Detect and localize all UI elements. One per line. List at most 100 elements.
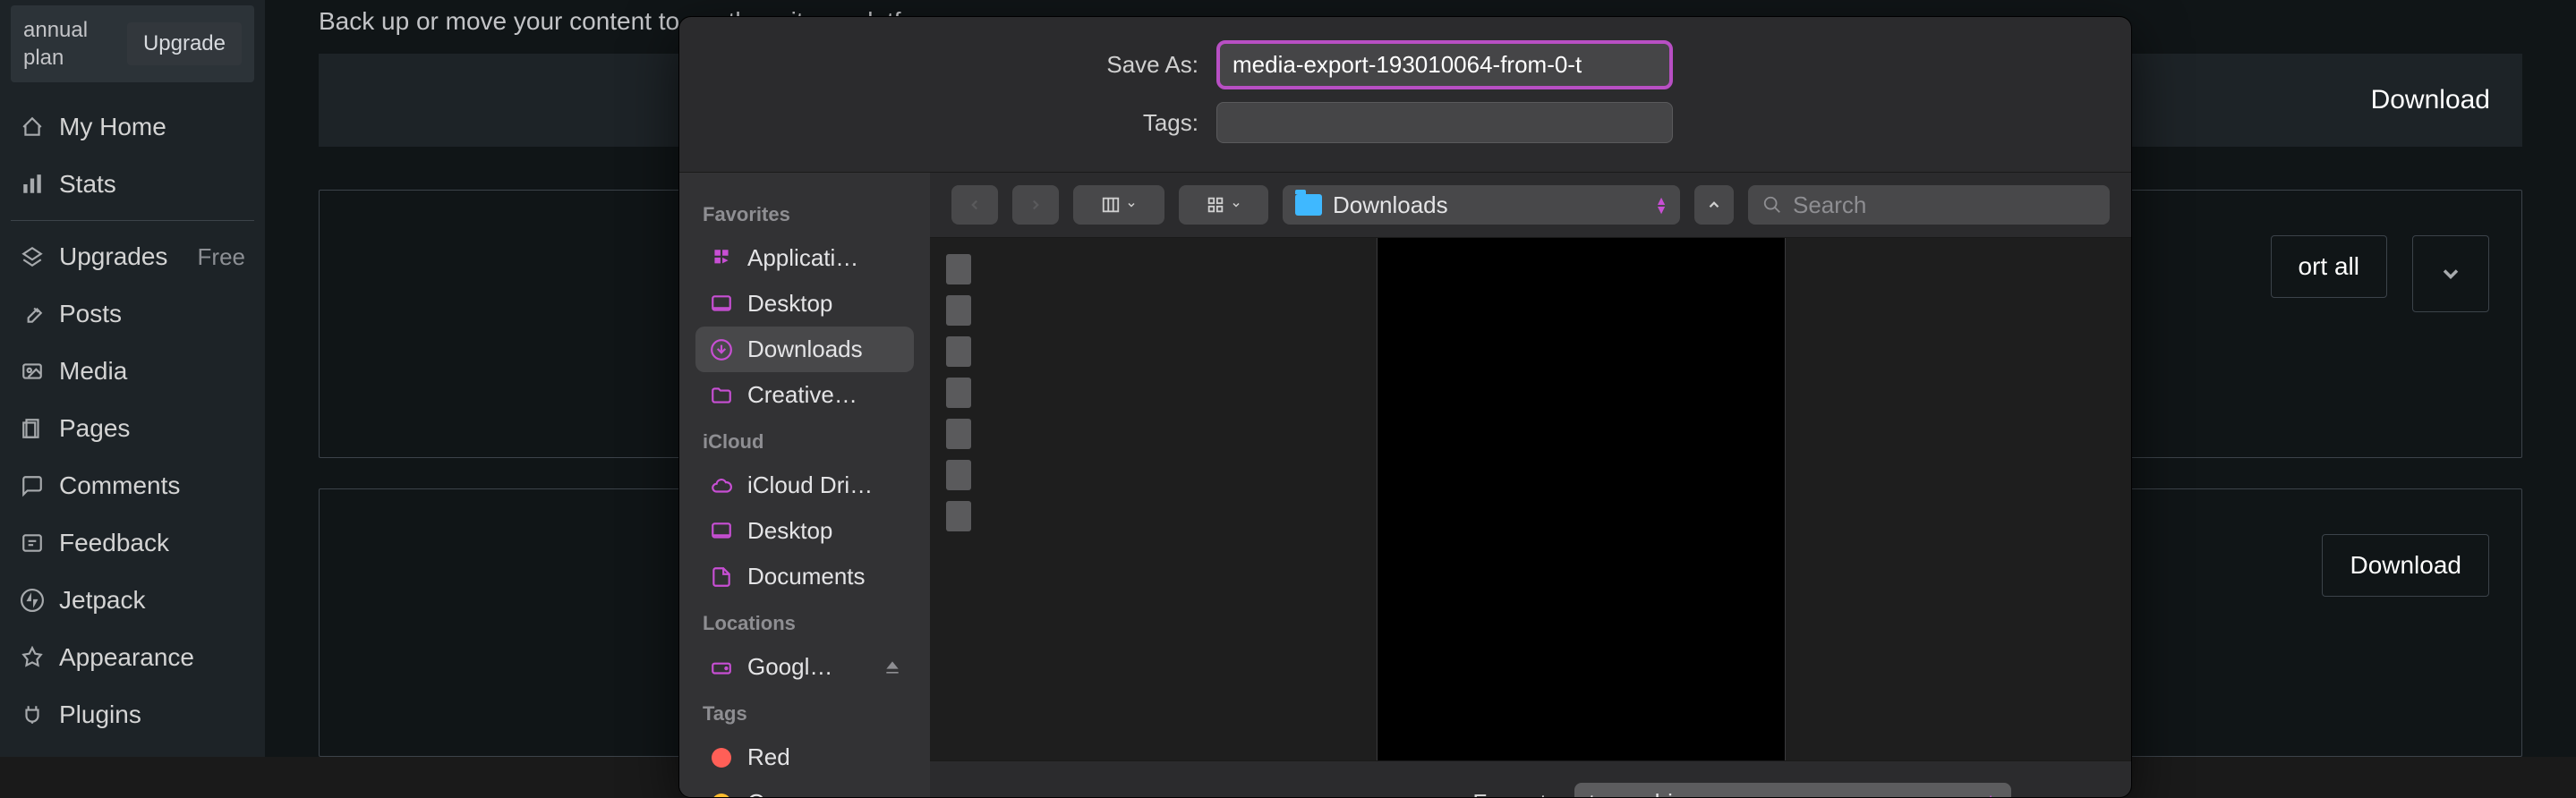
sidebar-item-label: Downloads	[747, 335, 863, 363]
sidebar-item-label: Creative…	[747, 381, 857, 409]
sidebar-item-label: iCloud Dri…	[747, 471, 873, 499]
location-label: Downloads	[1333, 191, 1448, 219]
search-icon	[1762, 195, 1782, 215]
file-item[interactable]	[937, 372, 1369, 413]
divider	[11, 220, 254, 221]
sidebar-tag-orange[interactable]: Orange	[695, 780, 914, 798]
sidebar-item-icloud-desktop[interactable]: Desktop	[695, 508, 914, 554]
file-icon	[946, 295, 971, 326]
document-icon	[708, 564, 735, 590]
file-icon	[946, 501, 971, 531]
updown-arrows-icon: ▲▼	[1655, 196, 1668, 214]
eject-icon[interactable]	[883, 658, 901, 676]
sidebar-item-icloud-drive[interactable]: iCloud Dri…	[695, 463, 914, 508]
file-item[interactable]	[937, 496, 1369, 537]
favorites-header: Favorites	[703, 203, 914, 226]
home-icon	[20, 115, 45, 140]
plugins-icon	[20, 702, 45, 727]
chevron-right-icon	[1028, 197, 1044, 213]
sidebar-item-creative[interactable]: Creative…	[695, 372, 914, 418]
file-item[interactable]	[937, 413, 1369, 454]
dialog-sidebar: Favorites Applicati… Desktop Downloads C…	[679, 173, 930, 798]
folder-icon	[708, 382, 735, 409]
preview-column	[1378, 238, 1786, 760]
file-icon	[946, 460, 971, 490]
appearance-icon	[20, 645, 45, 670]
nav-label: My Home	[59, 113, 166, 141]
nav-back-button[interactable]	[951, 185, 998, 225]
nav-forward-button[interactable]	[1012, 185, 1059, 225]
chevron-down-icon	[1231, 200, 1241, 210]
nav-stats[interactable]: Stats	[11, 156, 254, 213]
file-item[interactable]	[937, 331, 1369, 372]
nav-home[interactable]: My Home	[11, 98, 254, 156]
upgrade-text: annual plan	[23, 16, 127, 72]
sidebar-item-desktop[interactable]: Desktop	[695, 281, 914, 327]
locations-header: Locations	[703, 612, 914, 635]
sidebar-item-google[interactable]: Googl…	[695, 644, 914, 690]
downloads-icon	[708, 336, 735, 363]
chevron-up-icon	[1706, 197, 1722, 213]
collapse-button[interactable]	[1694, 185, 1734, 225]
sidebar-item-label: Documents	[747, 563, 866, 590]
file-column-1[interactable]	[930, 238, 1378, 760]
stats-icon	[20, 172, 45, 197]
sidebar-item-documents[interactable]: Documents	[695, 554, 914, 599]
export-all-button[interactable]: ort all	[2271, 235, 2387, 298]
nav-posts[interactable]: Posts	[11, 285, 254, 343]
nav-jetpack[interactable]: Jetpack	[11, 572, 254, 629]
file-icon	[946, 378, 971, 408]
file-icon	[946, 419, 971, 449]
tags-label: Tags:	[715, 109, 1216, 137]
nav-upgrades[interactable]: Upgrades Free	[11, 228, 254, 285]
nav-pages[interactable]: Pages	[11, 400, 254, 457]
nav-label: Comments	[59, 471, 180, 500]
format-value: tar archive	[1589, 789, 1697, 798]
tags-input[interactable]	[1216, 102, 1673, 143]
nav-plugins[interactable]: Plugins	[11, 686, 254, 743]
sidebar-item-applications[interactable]: Applicati…	[695, 235, 914, 281]
file-browser: Downloads ▲▼ Search	[930, 173, 2131, 798]
nav-media[interactable]: Media	[11, 343, 254, 400]
orange-tag-dot	[712, 794, 731, 798]
sidebar-tag-red[interactable]: Red	[695, 734, 914, 780]
nav-label: Stats	[59, 170, 116, 199]
file-column-3	[1786, 238, 2131, 760]
file-list	[930, 238, 2131, 760]
updown-arrows-icon: ▲▼	[1984, 794, 1997, 798]
sidebar-item-downloads[interactable]: Downloads	[695, 327, 914, 372]
pages-icon	[20, 416, 45, 441]
nav-feedback[interactable]: Feedback	[11, 514, 254, 572]
nav-label: Appearance	[59, 643, 194, 672]
group-button[interactable]	[1179, 185, 1268, 225]
location-select[interactable]: Downloads ▲▼	[1283, 185, 1680, 225]
folder-icon	[1295, 194, 1322, 216]
file-icon	[946, 336, 971, 367]
nav-label: Upgrades	[59, 242, 167, 271]
feedback-icon	[20, 531, 45, 556]
file-item[interactable]	[937, 454, 1369, 496]
format-select[interactable]: tar archive ▲▼	[1574, 783, 2011, 798]
expand-toggle[interactable]	[2412, 235, 2489, 312]
sidebar-item-label: Orange	[747, 789, 825, 798]
upgrade-button[interactable]: Upgrade	[127, 22, 242, 65]
nav-appearance[interactable]: Appearance	[11, 629, 254, 686]
file-item[interactable]	[937, 249, 1369, 290]
view-mode-button[interactable]	[1073, 185, 1164, 225]
upgrade-banner: annual plan Upgrade	[11, 5, 254, 82]
save-dialog: Save As: Tags: Favorites Applicati… Desk…	[678, 16, 2132, 798]
nav-label: Jetpack	[59, 586, 146, 615]
chevron-down-icon	[2438, 261, 2463, 286]
download-button-2[interactable]: Download	[2322, 534, 2489, 597]
media-icon	[20, 359, 45, 384]
search-input[interactable]: Search	[1748, 185, 2110, 225]
drive-icon	[708, 654, 735, 681]
save-as-input[interactable]	[1216, 40, 1673, 89]
file-item[interactable]	[937, 290, 1369, 331]
download-link[interactable]: Download	[2371, 85, 2490, 115]
nav-comments[interactable]: Comments	[11, 457, 254, 514]
format-row: Format: tar archive ▲▼	[930, 760, 2131, 798]
chevron-down-icon	[1126, 200, 1137, 210]
grid-icon	[1206, 195, 1225, 215]
file-icon	[946, 254, 971, 284]
